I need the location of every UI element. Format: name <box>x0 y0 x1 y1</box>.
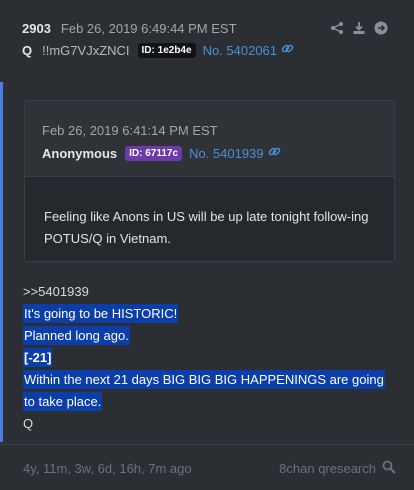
source-label: 8chan qresearch <box>279 461 376 476</box>
post-body: >>5401939 It's going to be HISTORIC! Pla… <box>23 281 395 435</box>
id-badge: ID: 1e2b4e <box>137 42 196 58</box>
quoted-post-link[interactable]: No. 5401939 <box>189 146 263 161</box>
post-line: [-21] <box>23 348 53 367</box>
q-post-card: 2903 Feb 26, 2019 6:49:44 PM EST Q !!mG7… <box>0 0 414 490</box>
author-line: Q !!mG7VJxZNCI ID: 1e2b4e No. 5402061 <box>22 40 394 60</box>
author-name: Q <box>22 42 33 58</box>
share-icon[interactable] <box>330 21 344 35</box>
post-line: to take place. <box>23 392 103 411</box>
link-icon[interactable] <box>281 42 294 58</box>
next-arrow-icon[interactable] <box>374 21 388 35</box>
post-date: Feb 26, 2019 6:49:44 PM EST <box>60 20 237 36</box>
post-line: Planned long ago. <box>23 326 130 345</box>
quoted-post-date: Feb 26, 2019 6:41:14 PM EST <box>42 123 218 138</box>
signature: Q <box>23 416 34 431</box>
header-actions <box>330 21 388 35</box>
post-link[interactable]: No. 5402061 <box>203 43 277 58</box>
quoted-post: Feb 26, 2019 6:41:14 PM EST Anonymous ID… <box>24 100 395 262</box>
link-icon[interactable] <box>268 145 281 161</box>
post-accent-bar <box>0 82 3 442</box>
reply-reference[interactable]: >>5401939 <box>23 281 395 303</box>
quoted-post-text: Feeling like Anons in US will be up late… <box>44 209 369 246</box>
quoted-id-badge: ID: 67117c <box>125 145 183 161</box>
post-header: 2903 Feb 26, 2019 6:49:44 PM EST <box>22 19 388 37</box>
post-number: 2903 <box>22 20 51 36</box>
quoted-post-author-line: Anonymous ID: 67117c No. 5401939 <box>42 145 281 161</box>
tripcode: !!mG7VJxZNCI <box>42 42 130 58</box>
source: 8chan qresearch <box>279 460 396 477</box>
quoted-post-body: Feeling like Anons in US will be up late… <box>25 177 394 261</box>
post-age: 4y, 11m, 3w, 6d, 16h, 7m ago <box>23 461 192 476</box>
post-line: Within the next 21 days BIG BIG BIG HAPP… <box>23 370 385 389</box>
post-line: It's going to be HISTORIC! <box>23 304 179 323</box>
quoted-author-name: Anonymous <box>42 145 118 161</box>
divider <box>0 444 414 445</box>
download-icon[interactable] <box>352 21 366 35</box>
search-icon[interactable] <box>382 460 396 477</box>
post-footer: 4y, 11m, 3w, 6d, 16h, 7m ago 8chan qrese… <box>23 460 396 477</box>
